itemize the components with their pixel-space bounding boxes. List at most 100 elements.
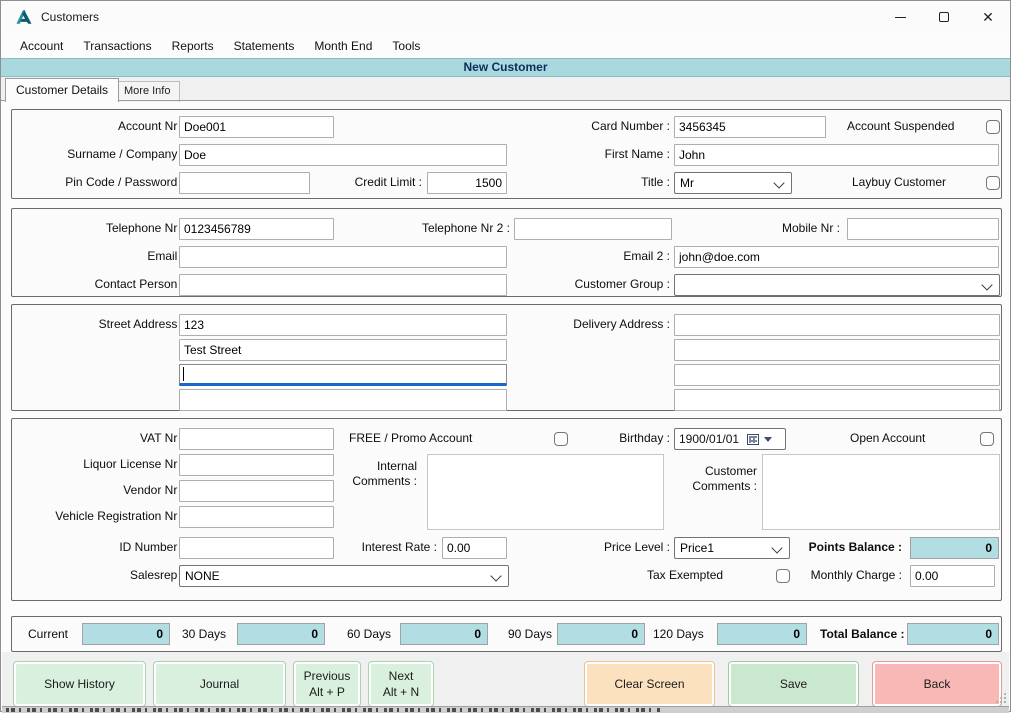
vat-input[interactable] <box>179 428 334 450</box>
points-balance-label: Points Balance : <box>782 540 902 554</box>
aging-60-field: 0 <box>400 623 488 645</box>
menu-statements[interactable]: Statements <box>224 35 305 57</box>
liquor-license-input[interactable] <box>179 454 334 476</box>
chevron-down-icon <box>981 279 992 290</box>
surname-input[interactable] <box>179 144 507 166</box>
aging-90-label: 90 Days <box>508 627 552 641</box>
delivery-address-line2-input[interactable] <box>674 339 1000 361</box>
street-address-line4-input[interactable] <box>179 389 507 411</box>
street-address-line3-input[interactable] <box>179 364 507 386</box>
vat-label: VAT Nr : <box>32 431 184 445</box>
pin-code-input[interactable] <box>179 172 310 194</box>
interest-rate-input[interactable] <box>442 537 507 559</box>
aging-30-field: 0 <box>237 623 325 645</box>
email-label: Email : <box>32 249 184 263</box>
price-level-label: Price Level : <box>582 540 670 554</box>
back-button[interactable]: Back <box>872 661 1002 707</box>
minimize-icon <box>895 17 906 18</box>
customer-comments-textarea[interactable] <box>762 454 1000 530</box>
salesrep-select-value: NONE <box>185 569 220 583</box>
mobile-input[interactable] <box>847 218 999 240</box>
delivery-address-line3-input[interactable] <box>674 364 1000 386</box>
aging-60-label: 60 Days <box>347 627 391 641</box>
clipped-status-text <box>6 708 661 712</box>
account-suspended-checkbox[interactable] <box>986 120 1000 134</box>
new-customer-banner: New Customer <box>1 58 1010 77</box>
close-button[interactable]: ✕ <box>966 1 1010 33</box>
card-number-input[interactable] <box>674 116 826 138</box>
internal-comments-textarea[interactable] <box>427 454 664 530</box>
card-number-label: Card Number : <box>522 119 670 133</box>
salesrep-select[interactable]: NONE <box>179 565 509 587</box>
id-number-label: ID Number : <box>32 540 184 554</box>
menu-account[interactable]: Account <box>10 35 73 57</box>
show-history-button[interactable]: Show History <box>13 661 146 707</box>
first-name-input[interactable] <box>674 144 999 166</box>
contact-person-input[interactable] <box>179 274 507 296</box>
chevron-down-icon <box>771 542 782 553</box>
calendar-icon <box>747 434 759 445</box>
minimize-button[interactable] <box>878 1 922 33</box>
credit-limit-input[interactable] <box>427 172 507 194</box>
id-number-input[interactable] <box>179 537 334 559</box>
laybuy-checkbox[interactable] <box>986 176 1000 190</box>
details-group: VAT Nr : FREE / Promo Account Birthday :… <box>11 418 1002 601</box>
aging-120-field: 0 <box>717 623 807 645</box>
customers-window: Customers ✕ Account Transactions Reports… <box>0 0 1011 712</box>
total-balance-label: Total Balance : <box>820 627 904 641</box>
save-button[interactable]: Save <box>728 661 859 707</box>
free-promo-checkbox[interactable] <box>554 432 568 446</box>
customer-group-select[interactable] <box>674 274 1000 296</box>
vendor-label: Vendor Nr : <box>32 483 184 497</box>
customer-group-label: Customer Group : <box>542 277 670 291</box>
email-input[interactable] <box>179 246 507 268</box>
tax-exempted-checkbox[interactable] <box>776 569 790 583</box>
points-balance-field: 0 <box>910 537 999 559</box>
email2-label: Email 2 : <box>542 249 670 263</box>
mobile-label: Mobile Nr : <box>732 221 840 235</box>
menu-month-end[interactable]: Month End <box>304 35 382 57</box>
maximize-button[interactable] <box>922 1 966 33</box>
tab-customer-details[interactable]: Customer Details <box>5 78 119 102</box>
delivery-address-line1-input[interactable] <box>674 314 1000 336</box>
birthday-date-picker[interactable]: 1900/01/01 <box>674 428 786 450</box>
title-select[interactable]: Mr <box>674 172 792 194</box>
delivery-address-line4-input[interactable] <box>674 389 1000 411</box>
journal-button[interactable]: Journal <box>153 661 286 707</box>
account-nr-label: Account Nr : <box>32 119 184 133</box>
surname-label: Surname / Company : <box>32 147 184 161</box>
tab-more-info[interactable]: More Info <box>114 81 180 102</box>
telephone2-input[interactable] <box>514 218 672 240</box>
menu-reports[interactable]: Reports <box>162 35 224 57</box>
birthday-label: Birthday : <box>602 431 670 445</box>
monthly-charge-input[interactable] <box>910 565 995 587</box>
previous-button[interactable]: Previous Alt + P <box>293 661 361 707</box>
telephone2-label: Telephone Nr 2 : <box>375 221 510 235</box>
total-balance-field: 0 <box>907 623 999 645</box>
aging-current-field: 0 <box>82 623 170 645</box>
aging-30-label: 30 Days <box>182 627 226 641</box>
street-address-line2-input[interactable] <box>179 339 507 361</box>
next-button[interactable]: Next Alt + N <box>368 661 434 707</box>
price-level-select[interactable]: Price1 <box>674 537 790 559</box>
chevron-down-icon <box>773 177 784 188</box>
menu-tools[interactable]: Tools <box>382 35 430 57</box>
clear-screen-button[interactable]: Clear Screen <box>584 661 715 707</box>
window-title: Customers <box>41 10 99 24</box>
vendor-input[interactable] <box>179 480 334 502</box>
internal-comments-label: Internal Comments : <box>337 459 417 489</box>
contact-person-label: Contact Person : <box>32 277 184 291</box>
email2-input[interactable] <box>674 246 999 268</box>
identity-group: Account Nr : Card Number : Account Suspe… <box>11 109 1002 199</box>
title-select-value: Mr <box>680 176 694 190</box>
telephone-input[interactable] <box>179 218 334 240</box>
tax-exempted-label: Tax Exempted <box>647 568 723 582</box>
vehicle-registration-input[interactable] <box>179 506 334 528</box>
street-address-line1-input[interactable] <box>179 314 507 336</box>
open-account-checkbox[interactable] <box>980 432 994 446</box>
account-nr-input[interactable] <box>179 116 334 138</box>
menu-transactions[interactable]: Transactions <box>73 35 161 57</box>
aging-current-label: Current <box>28 627 68 641</box>
credit-limit-label: Credit Limit : <box>312 175 422 189</box>
title-bar: Customers ✕ <box>1 1 1010 33</box>
